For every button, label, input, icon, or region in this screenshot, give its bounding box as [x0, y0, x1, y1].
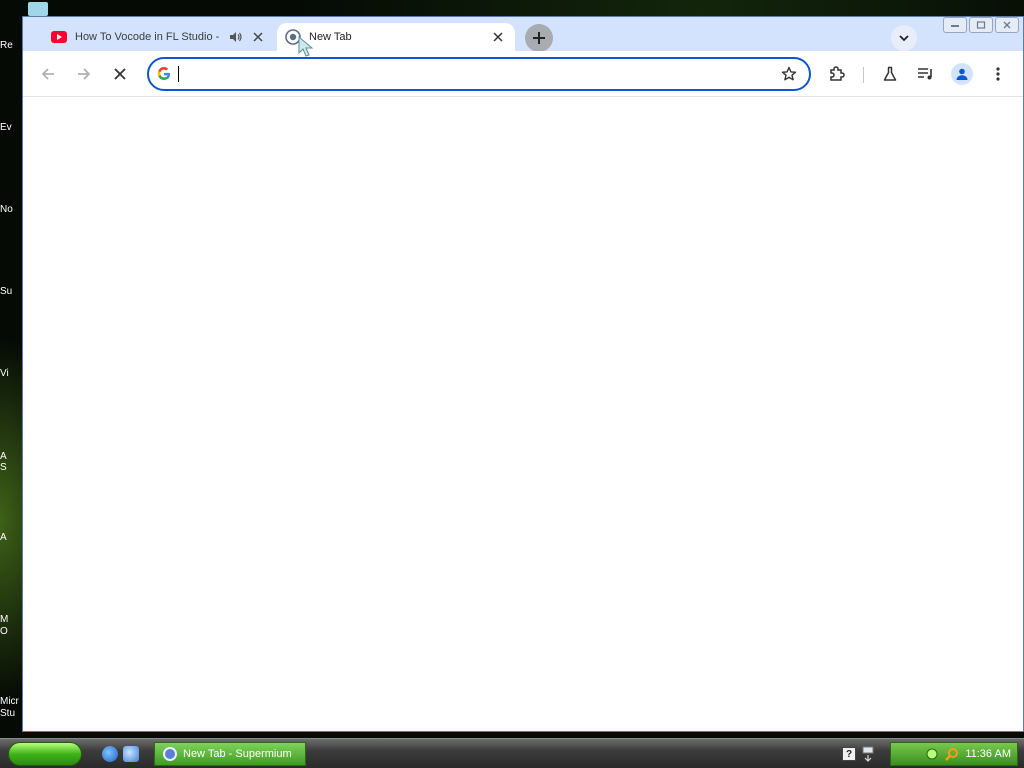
toolbar [23, 51, 1023, 97]
antivirus-icon[interactable] [925, 747, 939, 761]
notification-area-left: ? [842, 745, 882, 763]
taskbar: New Tab - Supermium ? 11:36 AM [0, 738, 1024, 768]
desktop-icon-label[interactable]: No [0, 204, 24, 215]
close-icon[interactable] [249, 28, 267, 46]
close-icon [1003, 21, 1011, 29]
clock[interactable]: 11:36 AM [965, 748, 1011, 760]
taskbar-item-browser[interactable]: New Tab - Supermium [154, 742, 306, 766]
desktop-icon-label[interactable]: S [0, 462, 24, 473]
forward-button[interactable] [70, 60, 98, 88]
youtube-icon [51, 29, 67, 45]
plus-icon [533, 32, 545, 44]
chevron-down-icon [899, 35, 909, 42]
playlist-icon [918, 68, 932, 80]
desktop-icon-label[interactable]: Ev [0, 122, 24, 133]
search-icon[interactable] [945, 747, 959, 761]
window-controls [943, 17, 1019, 33]
minimize-icon [951, 25, 959, 27]
new-tab-button[interactable] [525, 24, 553, 52]
desktop-icon-label[interactable]: M [0, 614, 24, 625]
speaker-icon[interactable] [227, 28, 245, 46]
desktop-icon[interactable] [28, 2, 48, 16]
puzzle-icon [830, 66, 845, 81]
bookmark-star-button[interactable] [775, 60, 803, 88]
desktop-icon-label[interactable]: Micr [0, 696, 24, 707]
close-icon[interactable] [489, 28, 507, 46]
quick-launch-icon[interactable] [123, 746, 139, 762]
desktop-icon-label[interactable]: A [0, 451, 24, 462]
desktop-icon-label[interactable]: Stu [0, 708, 24, 719]
back-button[interactable] [34, 60, 62, 88]
desktop-icon-label[interactable]: A [0, 532, 24, 543]
extensions-button[interactable] [823, 60, 851, 88]
profile-button[interactable] [948, 60, 976, 88]
browser-window: How To Vocode in FL Studio - New Tab [22, 16, 1024, 732]
flask-icon [883, 66, 897, 81]
system-tray: 11:36 AM [890, 742, 1018, 766]
mouse-cursor-icon [298, 36, 314, 57]
desktop-icon-label[interactable]: Vi [0, 368, 24, 379]
desktop-icon-label[interactable]: O [0, 626, 24, 637]
star-icon [781, 66, 797, 81]
address-bar[interactable] [147, 57, 811, 91]
tab-search-button[interactable] [891, 25, 917, 51]
start-button[interactable] [8, 742, 82, 766]
text-caret [178, 66, 179, 82]
maximize-button[interactable] [969, 17, 993, 33]
help-icon[interactable]: ? [842, 747, 856, 761]
avatar-icon [951, 63, 973, 85]
supermium-icon [163, 747, 177, 761]
arrow-right-icon [78, 68, 91, 80]
desktop-icon-label[interactable]: Su [0, 286, 24, 297]
minimize-button[interactable] [943, 17, 967, 33]
toolbar-divider [863, 67, 864, 83]
arrow-left-icon [41, 68, 54, 80]
page-content[interactable] [23, 98, 1023, 731]
close-icon [114, 68, 126, 80]
kebab-menu-icon [996, 67, 1000, 81]
tab-strip: How To Vocode in FL Studio - New Tab [23, 17, 1023, 52]
taskbar-item-label: New Tab - Supermium [183, 748, 292, 760]
desktop-icon-label[interactable]: Re [0, 40, 24, 51]
address-input[interactable] [185, 62, 775, 86]
menu-button[interactable] [984, 60, 1012, 88]
tab-title: New Tab [309, 31, 352, 43]
maximize-icon [976, 21, 986, 29]
tab-title: How To Vocode in FL Studio - [75, 31, 220, 43]
tab-youtube[interactable]: How To Vocode in FL Studio - [43, 23, 275, 51]
google-icon [156, 66, 172, 82]
internet-explorer-icon[interactable] [102, 746, 118, 762]
network-icon[interactable] [862, 746, 874, 762]
close-window-button[interactable] [995, 17, 1019, 33]
stop-button[interactable] [106, 60, 134, 88]
media-controls-button[interactable] [912, 60, 940, 88]
labs-button[interactable] [876, 60, 904, 88]
